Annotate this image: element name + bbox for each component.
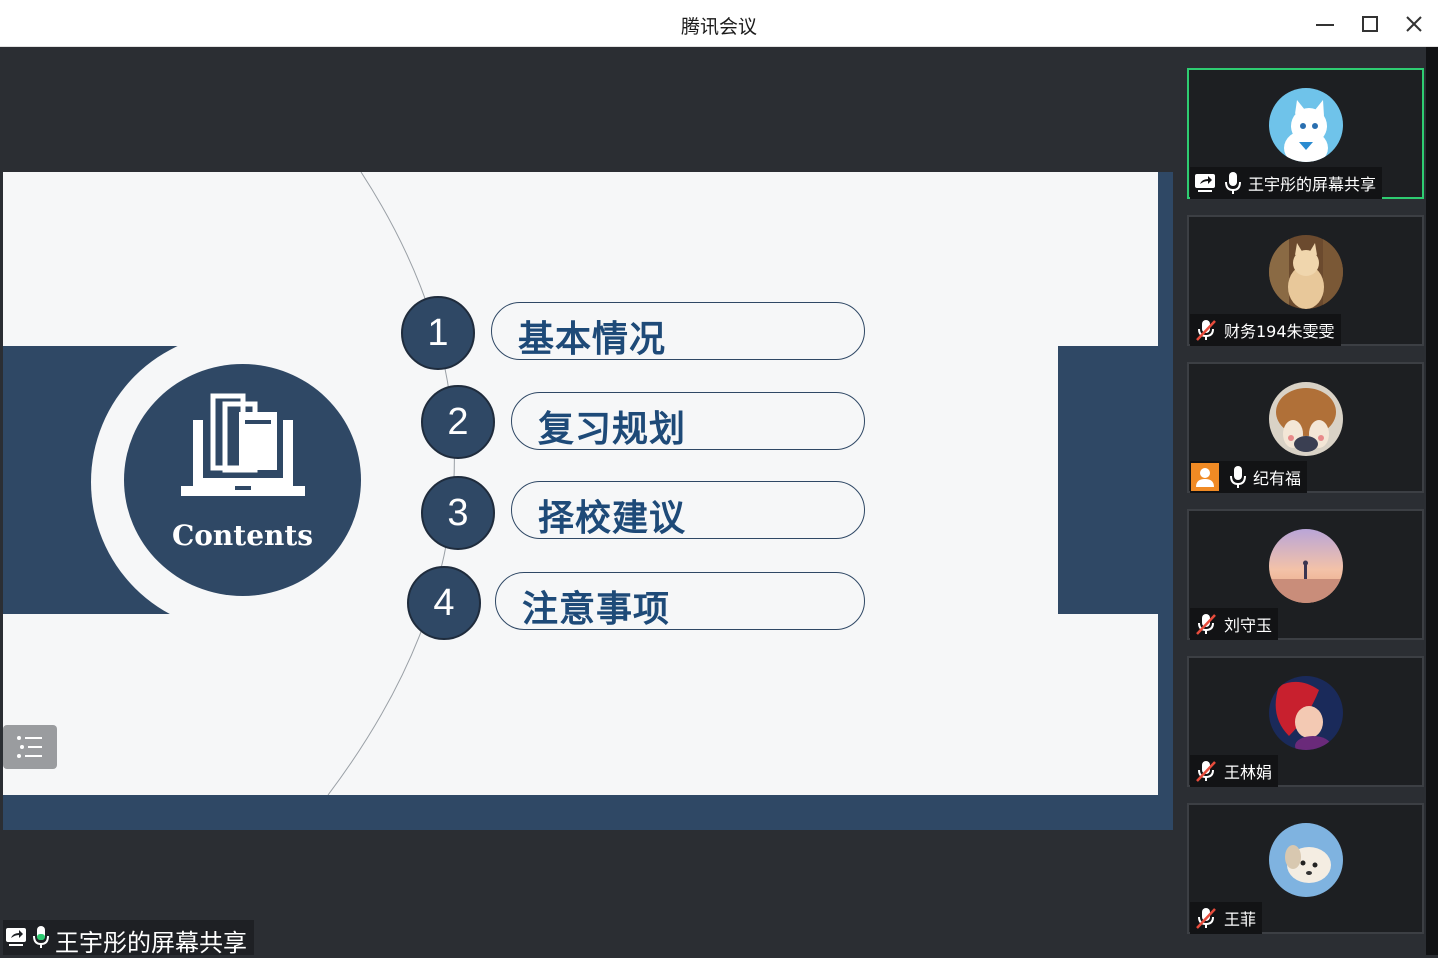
screen-share-icon	[6, 928, 26, 946]
toc-number-3: 3	[421, 476, 495, 550]
participant-name: 王林娟	[1224, 763, 1273, 782]
toc-item-4: 注意事项	[495, 572, 865, 630]
sidebar-scrollbar[interactable]	[1426, 47, 1438, 955]
maximize-button[interactable]	[1355, 9, 1385, 39]
toc-number-1: 1	[401, 296, 475, 370]
sunset-avatar	[1269, 529, 1343, 603]
participant-tile[interactable]: 王林娟	[1187, 656, 1424, 787]
microphone-icon	[1230, 466, 1246, 488]
slide-bottom-band	[3, 795, 1173, 830]
participant-nameplate: 刘守玉	[1190, 608, 1279, 640]
window-title: 腾讯会议	[680, 16, 757, 38]
toc-item-3: 择校建议	[511, 481, 865, 539]
toc-item-2: 复习规划	[511, 392, 865, 450]
screen-share-label: 王宇彤的屏幕共享	[3, 920, 254, 957]
toc-item-label: 注意事项	[522, 589, 671, 630]
right-accent-band	[1058, 346, 1158, 614]
toc-item-label: 复习规划	[538, 409, 687, 450]
toc-item-label: 基本情况	[518, 319, 667, 360]
muted-microphone-icon	[1196, 614, 1216, 635]
participant-nameplate: 王宇彤的屏幕共享	[1190, 167, 1383, 199]
participant-sidebar: 王宇彤的屏幕共享 财务194朱雯雯 纪有福 刘守玉 王林娟 王菲	[1173, 47, 1438, 955]
maximize-icon	[1362, 16, 1378, 32]
muted-microphone-icon	[1196, 320, 1216, 341]
participant-nameplate: 纪有福	[1190, 461, 1308, 493]
toc-item-1: 基本情况	[491, 302, 865, 360]
participant-tile[interactable]: 财务194朱雯雯	[1187, 215, 1424, 346]
participant-tile[interactable]: 王宇彤的屏幕共享	[1187, 68, 1424, 199]
slide-right-strip	[1158, 172, 1173, 830]
screen-share-icon	[1195, 174, 1215, 192]
toc-number-2: 2	[421, 385, 495, 459]
participant-name: 王宇彤的屏幕共享	[1248, 175, 1377, 194]
white-cat-avatar	[1269, 88, 1343, 162]
toc-item-label: 择校建议	[538, 498, 687, 539]
participant-nameplate: 王林娟	[1190, 755, 1279, 787]
person-icon	[1191, 463, 1219, 491]
share-label-text: 王宇彤的屏幕共享	[55, 929, 247, 957]
minimize-button[interactable]	[1310, 9, 1340, 39]
close-button[interactable]	[1399, 9, 1429, 39]
cat-light-avatar	[1269, 235, 1343, 309]
participant-name: 王菲	[1224, 910, 1257, 929]
participant-name: 财务194朱雯雯	[1224, 322, 1335, 341]
participant-name: 纪有福	[1253, 469, 1302, 488]
muted-microphone-icon	[1196, 761, 1216, 782]
muted-microphone-icon	[1196, 908, 1216, 929]
minimize-icon	[1316, 24, 1334, 26]
books-laptop-icon	[181, 393, 305, 496]
participant-nameplate: 财务194朱雯雯	[1190, 314, 1341, 346]
title-bar: 腾讯会议	[0, 0, 1438, 47]
participant-tile[interactable]: 纪有福	[1187, 362, 1424, 493]
participant-tile[interactable]: 王菲	[1187, 803, 1424, 934]
puppy-avatar	[1269, 823, 1343, 897]
close-icon	[1406, 16, 1422, 32]
shared-screen-area: Contents 基本情况 1 复习规划 2 择校建议 3 注意事项 4	[3, 47, 1173, 955]
presentation-slide: Contents 基本情况 1 复习规划 2 择校建议 3 注意事项 4	[3, 172, 1158, 795]
participant-nameplate: 王菲	[1190, 902, 1263, 934]
list-icon	[17, 736, 42, 758]
participant-tile[interactable]: 刘守玉	[1187, 509, 1424, 640]
toc-number-4: 4	[407, 566, 481, 640]
contents-heading: Contents	[171, 519, 314, 552]
participant-name: 刘守玉	[1224, 616, 1273, 635]
mermaid-avatar	[1269, 676, 1343, 750]
corgi-avatar	[1269, 382, 1343, 456]
microphone-icon	[1225, 172, 1241, 194]
microphone-icon	[33, 926, 49, 948]
outline-button[interactable]	[3, 725, 57, 769]
